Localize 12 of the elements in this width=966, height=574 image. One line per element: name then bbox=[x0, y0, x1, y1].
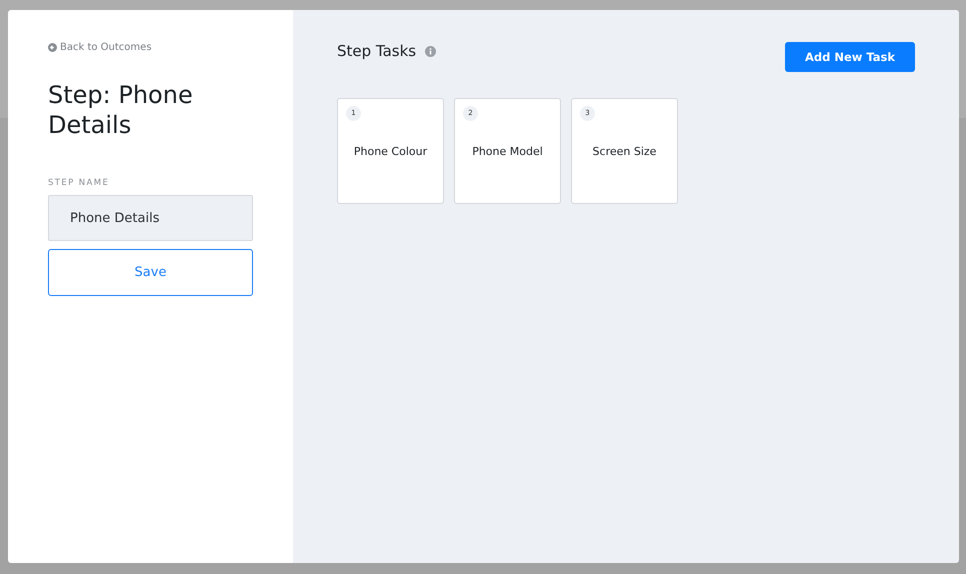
task-name: Phone Colour bbox=[354, 145, 428, 158]
step-title: Step: Phone Details bbox=[48, 80, 194, 140]
add-task-button[interactable]: Add New Task bbox=[785, 42, 915, 72]
back-arrow-icon bbox=[48, 43, 57, 52]
info-icon[interactable] bbox=[425, 46, 436, 56]
field-label: STEP NAME bbox=[48, 178, 110, 188]
task-name: Phone Model bbox=[472, 145, 543, 158]
task-name: Screen Size bbox=[592, 145, 656, 158]
save-button[interactable]: Save bbox=[48, 249, 253, 296]
step-name-field[interactable]: Phone Details bbox=[48, 195, 253, 241]
panel-title: Step Tasks bbox=[337, 42, 416, 60]
back-link[interactable]: Back to Outcomes bbox=[48, 42, 152, 53]
